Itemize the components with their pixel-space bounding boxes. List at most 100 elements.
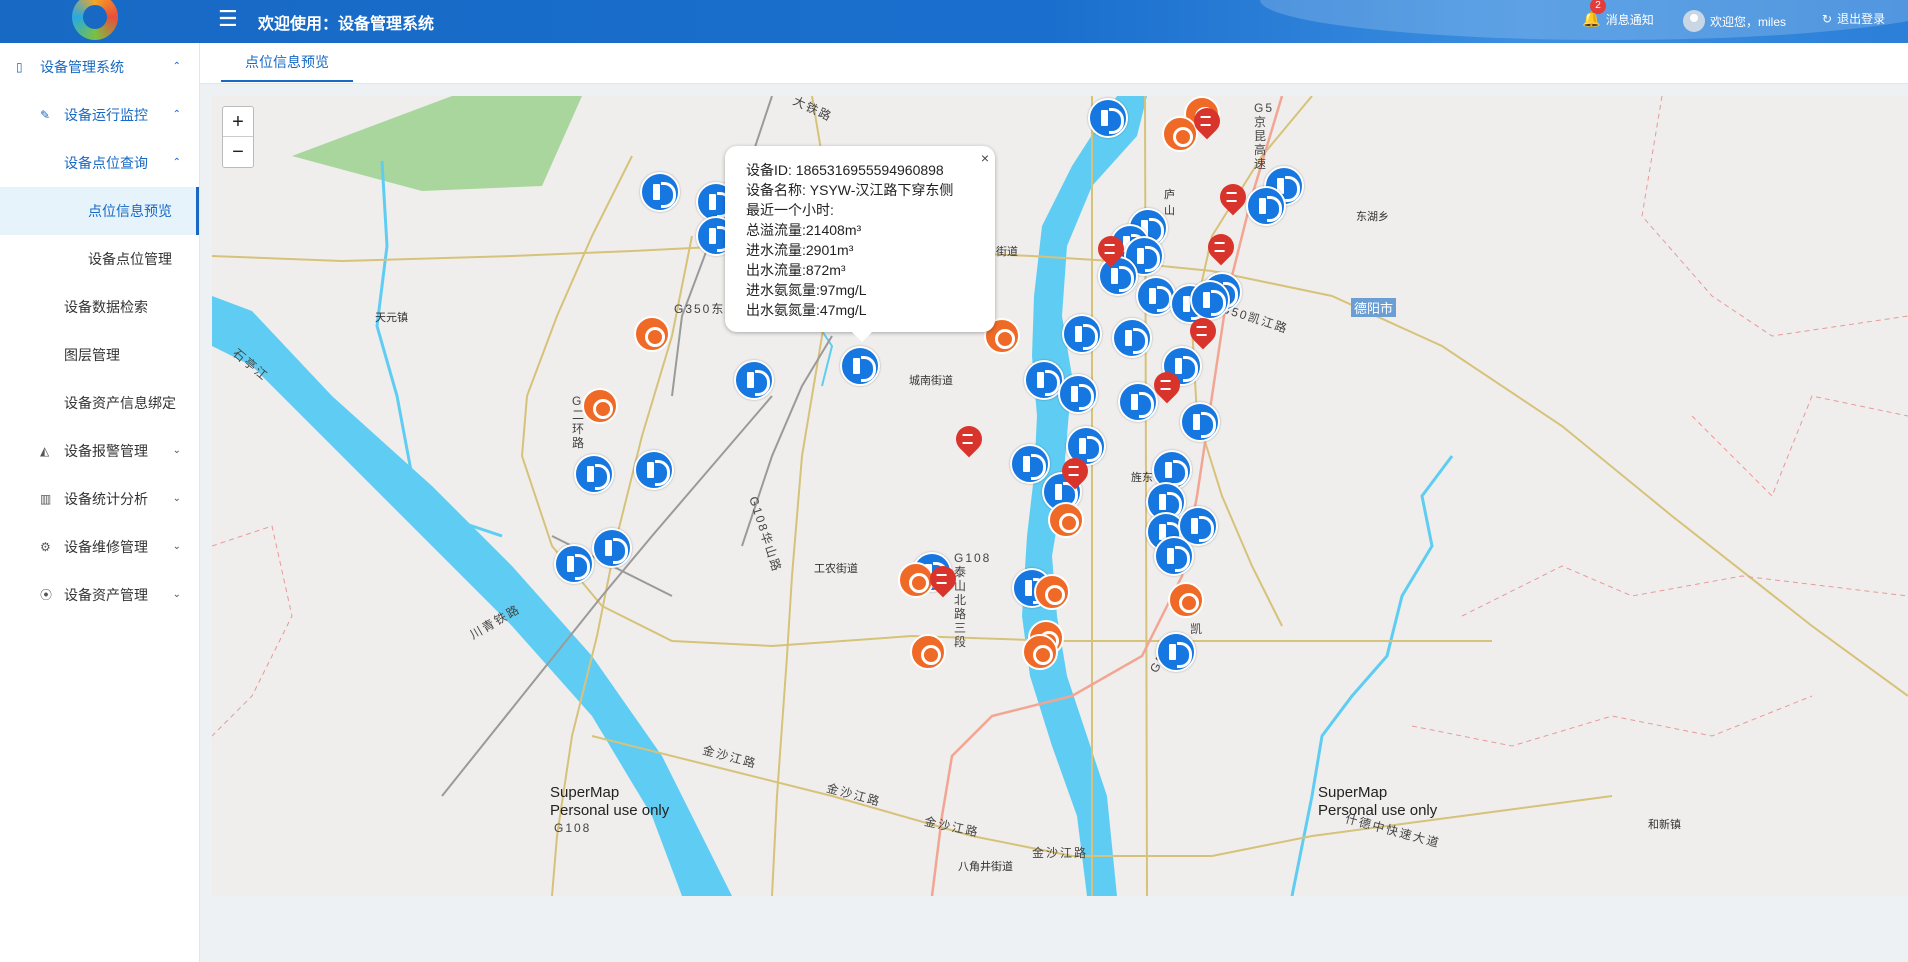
zoom-out-button[interactable]: − [223,137,253,167]
device-marker-blue[interactable] [1058,374,1098,414]
menu-toggle-icon[interactable]: ☰ [218,6,238,32]
zoom-control: + − [222,106,254,168]
device-marker-blue[interactable] [1190,280,1230,320]
sidebar-item-layer-manage[interactable]: 图层管理 [0,331,199,379]
device-marker-blue[interactable] [592,528,632,568]
sidebar-item-point-manage[interactable]: 设备点位管理 [0,235,199,283]
device-marker-orange[interactable] [910,634,946,670]
sidebar-item-label: 设备报警管理 [64,443,148,459]
notification-button[interactable]: 🔔 2 消息通知 [1582,0,1654,28]
park-area [292,96,582,191]
bar-chart-icon: ▥ [40,492,52,506]
device-marker-orange[interactable] [582,388,618,424]
map-label: 街道 [996,246,1018,258]
logout-label: 退出登录 [1837,12,1886,26]
sidebar-item-asset-manage[interactable]: ⦿ 设备资产管理 ⌄ [0,571,199,619]
sidebar-item-data-search[interactable]: 设备数据检索 [0,283,199,331]
device-marker-blue[interactable] [1088,98,1128,138]
sidebar-item-label: 设备管理系统 [40,59,124,75]
asset-icon: ⦿ [40,588,53,602]
device-marker-blue[interactable] [574,454,614,494]
road-label: 凯 [1190,622,1205,636]
device-marker-orange[interactable] [1048,502,1084,538]
sidebar-item-label: 设备维修管理 [64,539,148,555]
popup-total-overflow: 总溢流量:21408m³ [746,222,862,238]
sidebar-item-label: 设备数据检索 [64,299,148,315]
popup-outflow: 出水流量:872m³ [746,262,846,278]
popup-outflow-nh3: 出水氨氮量:47mg/L [746,302,867,318]
device-marker-blue[interactable] [1118,382,1158,422]
device-info-popup: × 设备ID: 1865316955594960898 设备名称: YSYW-汉… [725,146,995,342]
device-marker-orange[interactable] [1022,634,1058,670]
chevron-down-icon: ⌄ [172,541,181,552]
road-label: G5京昆高速 [1254,101,1275,171]
chevron-up-icon: ⌃ [172,109,181,120]
map-label: 天元镇 [375,312,408,324]
device-marker-orange[interactable] [1168,582,1204,618]
device-marker-blue[interactable] [1180,402,1220,442]
sidebar-item-label: 设备资产管理 [64,587,148,603]
map-label: 和新镇 [1648,819,1681,831]
sidebar-item-asset-binding[interactable]: 设备资产信息绑定 [0,379,199,427]
sidebar-item-label: 设备点位管理 [88,251,172,267]
sidebar-item-device-system[interactable]: ▯ 设备管理系统 ⌃ [0,43,199,91]
area-chart-icon: ◭ [40,444,50,458]
device-marker-blue[interactable] [840,346,880,386]
device-marker-blue[interactable] [1010,444,1050,484]
popup-recent: 最近一个小时: [746,202,834,218]
chevron-up-icon: ⌃ [172,157,181,168]
notification-label: 消息通知 [1605,12,1654,27]
device-marker-blue[interactable] [1098,256,1138,296]
popup-device-id: 设备ID: 1865316955594960898 [746,162,944,178]
city-label: 德阳市 [1351,298,1397,317]
device-marker-orange[interactable] [634,316,670,352]
device-marker-blue[interactable] [1062,314,1102,354]
sidebar-item-point-query[interactable]: 设备点位查询 ⌃ [0,139,199,187]
road-label: G108泰山北路三段 [954,551,992,649]
logout-button[interactable]: ↻ 退出登录 [1822,10,1885,27]
map-label: 旌东 [1131,472,1153,484]
popup-inflow: 进水流量:2901m³ [746,242,854,258]
sidebar-item-alarm-manage[interactable]: ◭ 设备报警管理 ⌄ [0,427,199,475]
sidebar-item-run-monitor[interactable]: ✎ 设备运行监控 ⌃ [0,91,199,139]
notification-badge: 2 [1590,0,1606,14]
sidebar-item-label: 设备点位查询 [64,155,148,171]
welcome-text: 欢迎您，miles [1710,14,1787,29]
chevron-down-icon: ⌄ [172,589,181,600]
user-menu[interactable]: 欢迎您，miles [1683,10,1786,32]
sidebar-item-label: 设备运行监控 [64,107,148,123]
sidebar-item-point-preview[interactable]: 点位信息预览 [0,187,199,235]
sidebar-item-label: 图层管理 [64,347,120,363]
tab-point-preview[interactable]: 点位信息预览 [221,52,353,82]
sidebar-item-maintenance[interactable]: ⚙ 设备维修管理 ⌄ [0,523,199,571]
wrench-icon: ✎ [40,108,51,122]
road-label: G350东 [674,302,726,316]
device-marker-blue[interactable] [1246,186,1286,226]
close-icon[interactable]: × [981,150,989,166]
device-marker-blue[interactable] [640,172,680,212]
device-marker-blue[interactable] [634,450,674,490]
map-watermark: SuperMap Personal use only [550,784,670,819]
road-label: 金沙江路 [1032,846,1089,860]
device-marker-blue[interactable] [1156,632,1196,672]
device-marker-blue[interactable] [734,360,774,400]
device-marker-blue[interactable] [554,544,594,584]
device-marker-blue[interactable] [1112,318,1152,358]
clipboard-icon: ▯ [16,60,23,74]
road-label: G108 [554,821,592,835]
map-label: 工农街道 [814,563,858,575]
app-logo [72,0,118,40]
sidebar-item-label: 设备统计分析 [64,491,148,507]
chevron-down-icon: ⌄ [172,445,181,456]
device-marker-orange[interactable] [1034,574,1070,610]
river-main [1022,96,1147,896]
bell-icon: 🔔 2 [1582,0,1606,28]
zoom-in-button[interactable]: + [223,107,253,137]
sidebar-item-statistics[interactable]: ▥ 设备统计分析 ⌄ [0,475,199,523]
chevron-down-icon: ⌄ [172,493,181,504]
logout-icon: ↻ [1822,11,1833,26]
map-label: 东湖乡 [1356,211,1389,223]
map-view[interactable]: + − 天元镇 城南街道 工农街道 街道 庐山 旌东 东湖乡 和新镇 八角井街道… [212,96,1908,896]
device-marker-blue[interactable] [1154,536,1194,576]
map-label: 八角井街道 [958,861,1013,873]
